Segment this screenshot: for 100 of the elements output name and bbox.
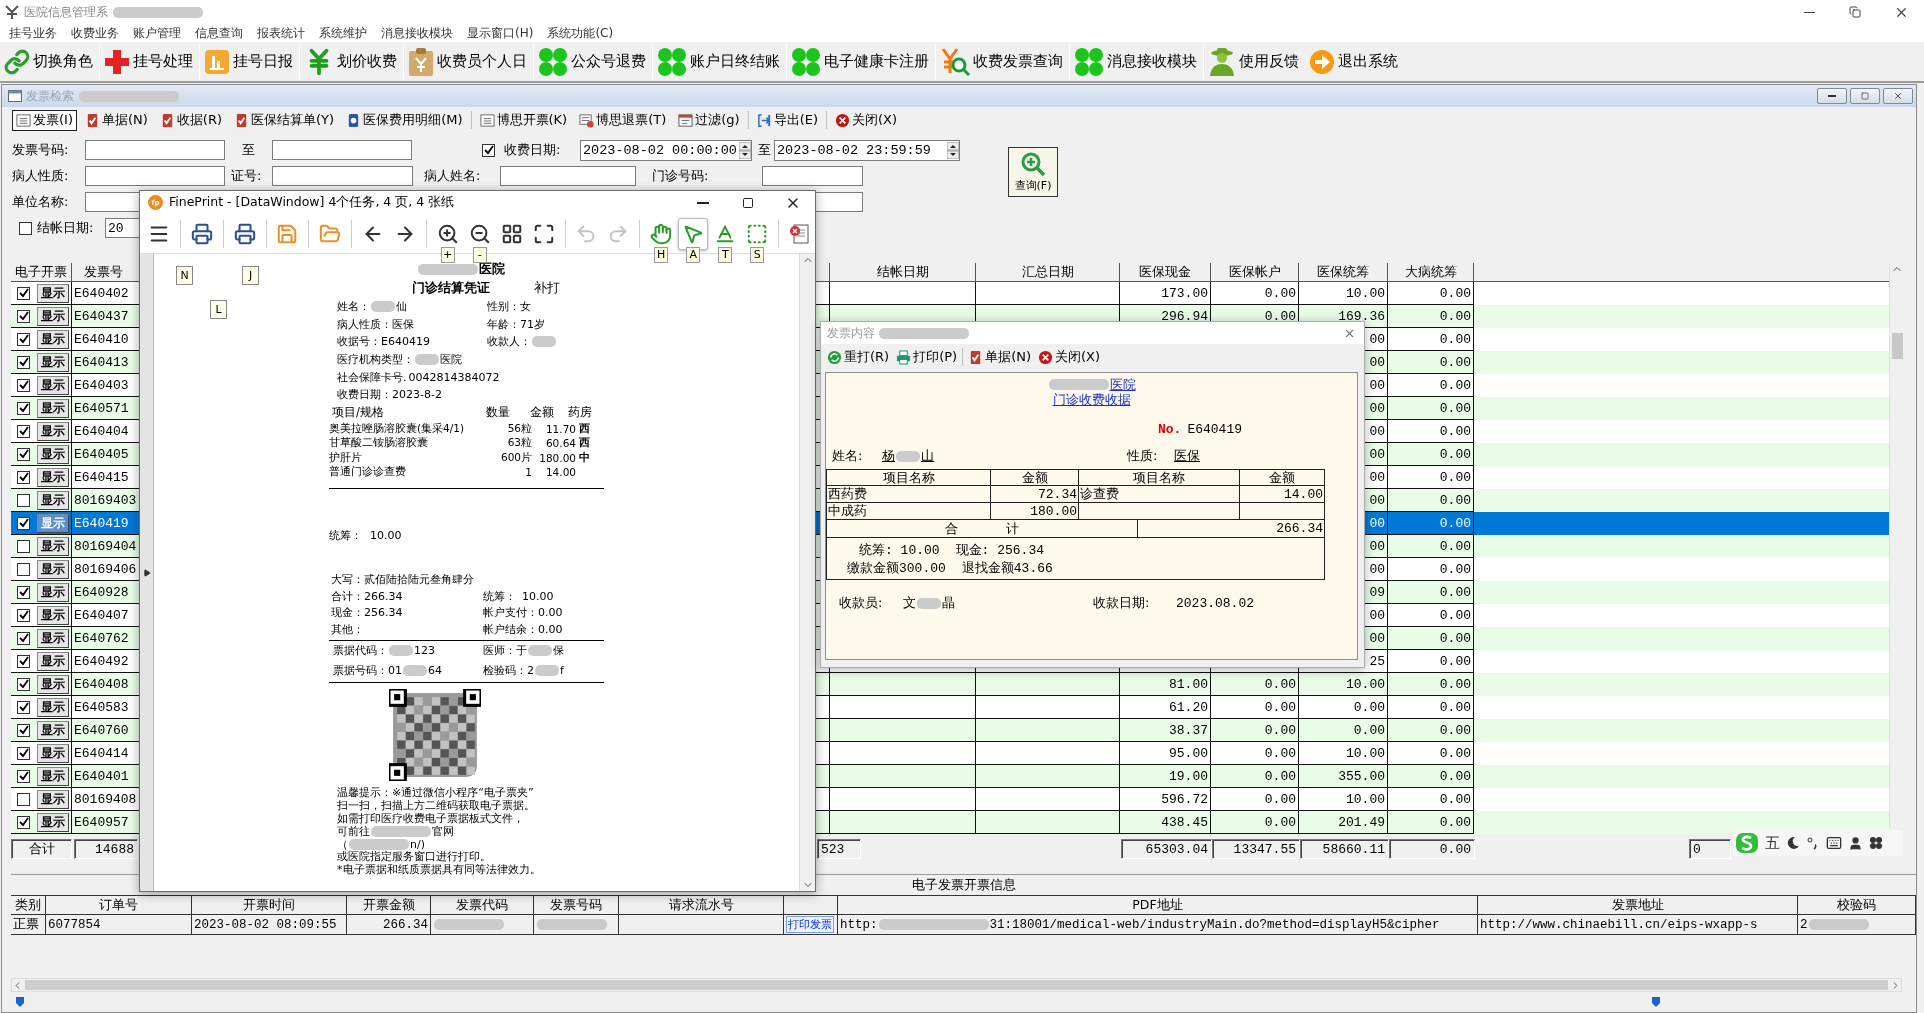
text-field[interactable] [500, 166, 636, 186]
show-button[interactable]: 显示 [37, 352, 69, 372]
spinner-icon[interactable] [947, 141, 959, 159]
toolbar-button[interactable]: 退出系统 [1305, 42, 1404, 81]
checkbox[interactable] [482, 143, 495, 157]
show-button[interactable]: 显示 [37, 283, 69, 303]
checkbox[interactable] [17, 493, 30, 507]
show-button[interactable]: 显示 [37, 720, 69, 740]
keyboard-icon[interactable] [1826, 835, 1842, 851]
user-icon[interactable] [1848, 835, 1863, 851]
expand-arrow-icon[interactable] [142, 568, 151, 577]
minimize-button[interactable] [1817, 88, 1847, 104]
ime-mode[interactable]: 五 [1765, 833, 1780, 853]
checkbox[interactable] [17, 378, 30, 392]
toolbar-button[interactable]: 收费员个人日 [404, 42, 533, 81]
toolbar-button[interactable]: 划价收费 [300, 42, 403, 81]
menu-item[interactable]: 系统功能(C) [540, 24, 621, 42]
query-button[interactable]: 查询(F) [1008, 147, 1058, 197]
toolbar-button[interactable]: 重打(R) [825, 346, 892, 368]
scroll-thumb[interactable] [25, 980, 1888, 990]
checkbox[interactable] [17, 470, 30, 484]
show-button[interactable]: 显示 [37, 812, 69, 832]
tab-button[interactable]: 收据(R) [155, 109, 227, 131]
show-button[interactable]: 显示 [37, 628, 69, 648]
menu-item[interactable]: 消息接收模块 [374, 24, 460, 42]
show-button[interactable]: 显示 [37, 559, 69, 579]
checkbox[interactable] [17, 355, 30, 369]
scrollbar[interactable] [11, 978, 1902, 992]
show-button[interactable]: 显示 [37, 398, 69, 418]
menu-item[interactable]: 收费业务 [64, 24, 126, 42]
table-row[interactable]: 正票 6077854 2023-08-02 08:09:55 266.34 打印发票 http: 31:18001/medical-web/industryMain.do?method=displayH5&cipher http://www.chinaebill.cn/eips-wxapp-s 2 [11, 915, 1916, 935]
checkbox[interactable] [17, 332, 30, 346]
print-invoice-link[interactable]: 打印发票 [786, 916, 834, 933]
show-button[interactable]: 显示 [37, 743, 69, 763]
tab-button[interactable]: 关闭(X) [831, 109, 902, 131]
checkbox[interactable] [17, 631, 30, 645]
toolbar-button[interactable]: 单据(N) [966, 346, 1034, 368]
show-button[interactable]: 显示 [37, 697, 69, 717]
toolbar-button[interactable]: 切换角色 [0, 42, 99, 81]
date-field[interactable]: 2023-08-02 00:00:00 [580, 139, 752, 161]
tab-button[interactable]: 医保费用明细(M) [342, 109, 467, 131]
tab-button[interactable]: 医保结算单(Y) [230, 109, 339, 131]
toolbar-button[interactable]: 收费发票查询 [936, 42, 1069, 81]
show-button[interactable]: 显示 [37, 375, 69, 395]
checkbox[interactable] [17, 539, 30, 553]
checkbox[interactable] [17, 585, 30, 599]
text-field[interactable] [272, 140, 412, 160]
moon-icon[interactable] [1786, 836, 1800, 850]
checkbox[interactable] [17, 700, 30, 714]
text-field[interactable] [85, 166, 225, 186]
checkbox[interactable] [17, 401, 30, 415]
text-field[interactable] [762, 166, 863, 186]
close-button[interactable] [1883, 88, 1913, 104]
scroll-thumb[interactable] [1891, 333, 1903, 359]
show-button[interactable]: 显示 [37, 651, 69, 671]
checkbox[interactable] [17, 815, 30, 829]
toolbar-button[interactable]: 公众号退费 [534, 42, 652, 81]
tab-button[interactable]: 博思开票(K) [475, 109, 572, 131]
checkbox[interactable] [17, 286, 30, 300]
show-button[interactable]: 显示 [37, 467, 69, 487]
show-button[interactable]: 显示 [37, 766, 69, 786]
menu-item[interactable]: 显示窗口(H) [460, 24, 541, 42]
checkbox[interactable] [17, 723, 30, 737]
checkbox[interactable] [17, 608, 30, 622]
menu-item[interactable]: 账户管理 [126, 24, 188, 42]
show-button[interactable]: 显示 [37, 444, 69, 464]
checkbox[interactable] [17, 654, 30, 668]
checkbox[interactable] [17, 516, 30, 530]
show-button[interactable]: 显示 [37, 789, 69, 809]
show-button[interactable]: 显示 [37, 536, 69, 556]
show-button[interactable]: 显示 [37, 490, 69, 510]
menu-item[interactable]: 系统维护 [312, 24, 374, 42]
menu-item[interactable]: 报表统计 [250, 24, 312, 42]
toolbar-button[interactable]: 消息接收模块 [1070, 42, 1203, 81]
show-button[interactable]: 显示 [37, 605, 69, 625]
toolbar-button[interactable]: 挂号处理 [100, 42, 199, 81]
show-button[interactable]: 显示 [37, 306, 69, 326]
toolbar-button[interactable]: 挂号日报 [200, 42, 299, 81]
tab-button[interactable]: 单据(N) [81, 109, 152, 131]
text-field[interactable] [272, 166, 413, 186]
tab-button[interactable]: 导出(E) [752, 109, 823, 131]
checkbox[interactable] [17, 447, 30, 461]
show-button[interactable]: 显示 [37, 329, 69, 349]
toolbar-button[interactable]: 关闭(X) [1036, 346, 1103, 368]
spinner-icon[interactable] [739, 141, 751, 159]
date-field[interactable]: 2023-08-02 23:59:59 [774, 139, 960, 161]
show-button[interactable]: 显示 [37, 582, 69, 602]
checkbox[interactable] [17, 562, 30, 576]
toolbar-button[interactable]: 打印(P) [894, 346, 960, 368]
tab-button[interactable]: 过滤(g) [674, 109, 744, 131]
tab-button[interactable]: 博思退票(T) [575, 109, 671, 131]
apps-icon[interactable] [1869, 836, 1883, 850]
checkbox[interactable] [17, 309, 30, 323]
checkbox[interactable] [19, 221, 32, 235]
show-button[interactable]: 显示 [37, 421, 69, 441]
checkbox[interactable] [17, 424, 30, 438]
menu-item[interactable]: 信息查询 [188, 24, 250, 42]
menu-item[interactable]: 挂号业务 [2, 24, 64, 42]
checkbox[interactable] [17, 677, 30, 691]
checkbox[interactable] [17, 746, 30, 760]
